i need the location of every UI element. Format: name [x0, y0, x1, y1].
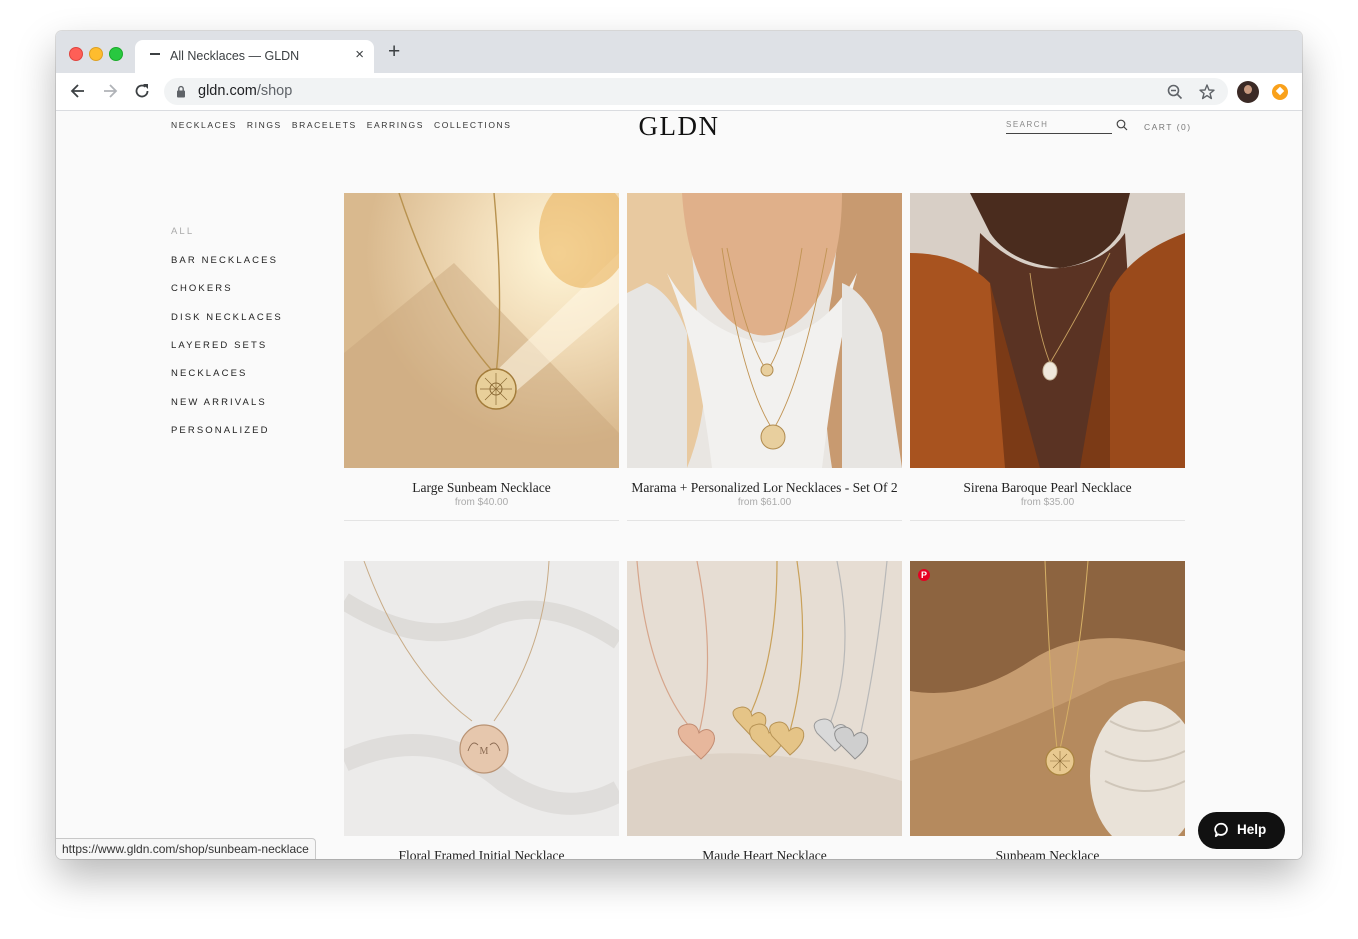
nav-bracelets[interactable]: BRACELETS: [292, 120, 357, 130]
tab-close-icon[interactable]: ×: [355, 46, 364, 63]
lock-icon[interactable]: [176, 85, 186, 98]
category-all[interactable]: ALL: [171, 226, 194, 237]
product-name[interactable]: Sunbeam Necklace: [900, 848, 1195, 859]
category-disk-necklaces[interactable]: DISK NECKLACES: [171, 312, 283, 323]
baroque-pearl-necklace-photo: [910, 193, 1185, 468]
category-necklaces[interactable]: NECKLACES: [171, 368, 247, 379]
url-host: gldn.com: [198, 83, 257, 99]
product-image[interactable]: M: [344, 561, 619, 836]
product-image[interactable]: [627, 561, 902, 836]
tab-title: All Necklaces — GLDN: [170, 49, 300, 63]
status-bar-url: https://www.gldn.com/shop/sunbeam-neckla…: [56, 838, 316, 859]
product-name[interactable]: Maude Heart Necklace: [617, 848, 912, 859]
product-image[interactable]: [627, 193, 902, 468]
category-bar-necklaces[interactable]: BAR NECKLACES: [171, 255, 278, 266]
tab-favicon-icon: [150, 53, 160, 55]
floral-initial-necklace-photo: M: [344, 561, 619, 836]
reload-icon[interactable]: [132, 81, 152, 101]
pinterest-save-icon[interactable]: P: [918, 569, 930, 581]
search-input[interactable]: SEARCH: [1006, 117, 1112, 134]
bookmark-star-icon[interactable]: [1198, 83, 1216, 101]
product-image[interactable]: [344, 193, 619, 468]
product-image[interactable]: [910, 193, 1185, 468]
heart-necklaces-photo: [627, 561, 902, 836]
shop-page: NECKLACES RINGS BRACELETS EARRINGS COLLE…: [56, 111, 1302, 859]
forward-arrow-icon[interactable]: [100, 81, 120, 101]
cart-link[interactable]: CART (0): [1144, 122, 1192, 132]
product-name[interactable]: Sirena Baroque Pearl Necklace: [900, 480, 1195, 496]
divider: [344, 520, 619, 521]
svg-text:M: M: [480, 746, 489, 757]
nav-necklaces[interactable]: NECKLACES: [171, 120, 237, 130]
zoom-out-icon[interactable]: [1166, 83, 1184, 101]
minimize-window-button[interactable]: [89, 47, 103, 61]
search-placeholder: SEARCH: [1006, 120, 1049, 129]
help-label: Help: [1237, 822, 1267, 837]
category-chokers[interactable]: CHOKERS: [171, 283, 233, 294]
product-name[interactable]: Floral Framed Initial Necklace: [334, 848, 629, 859]
divider: [627, 520, 902, 521]
close-window-button[interactable]: [69, 47, 83, 61]
divider: [910, 520, 1185, 521]
nav-rings[interactable]: RINGS: [247, 120, 282, 130]
browser-tab[interactable]: All Necklaces — GLDN ×: [135, 40, 374, 73]
extension-icon[interactable]: [1272, 84, 1288, 100]
layered-disk-necklaces-photo: [627, 193, 902, 468]
new-tab-button[interactable]: +: [388, 41, 400, 62]
maximize-window-button[interactable]: [109, 47, 123, 61]
profile-avatar[interactable]: [1237, 81, 1259, 103]
product-name[interactable]: Large Sunbeam Necklace: [334, 480, 629, 496]
nav-earrings[interactable]: EARRINGS: [367, 120, 424, 130]
url-path: /shop: [256, 83, 293, 99]
address-bar[interactable]: gldn.com/shop: [164, 78, 1228, 105]
category-personalized[interactable]: PERSONALIZED: [171, 425, 270, 436]
product-price: from $61.00: [737, 497, 792, 508]
product-price: from $40.00: [454, 497, 509, 508]
browser-window: All Necklaces — GLDN × + gldn.com/shop N…: [56, 31, 1302, 859]
chat-bubble-icon: [1214, 822, 1228, 838]
sunbeam-necklace-vase-photo: [910, 561, 1185, 836]
product-image[interactable]: P: [910, 561, 1185, 836]
product-price: from $35.00: [1020, 497, 1075, 508]
search-icon[interactable]: [1116, 119, 1128, 131]
category-layered-sets[interactable]: LAYERED SETS: [171, 340, 267, 351]
category-new-arrivals[interactable]: NEW ARRIVALS: [171, 397, 267, 408]
product-name[interactable]: Marama + Personalized Lor Necklaces - Se…: [617, 480, 912, 496]
main-nav: NECKLACES RINGS BRACELETS EARRINGS COLLE…: [171, 120, 512, 130]
sunbeam-necklace-photo: [344, 193, 619, 468]
site-logo[interactable]: GLDN: [596, 111, 762, 142]
back-arrow-icon[interactable]: [68, 81, 88, 101]
help-button[interactable]: Help: [1198, 812, 1285, 849]
nav-collections[interactable]: COLLECTIONS: [434, 120, 512, 130]
browser-toolbar: gldn.com/shop: [56, 73, 1302, 111]
tab-bar: All Necklaces — GLDN × +: [56, 31, 1302, 73]
url-text: gldn.com/shop: [198, 83, 292, 99]
